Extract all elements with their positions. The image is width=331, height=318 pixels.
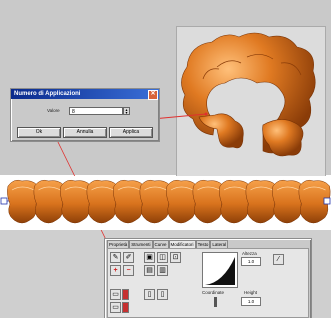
close-icon[interactable]: ✕	[148, 90, 158, 100]
value-label: Valore	[47, 108, 60, 113]
align-left-icon[interactable]: ▯	[144, 289, 155, 300]
value-input-text: 8	[72, 109, 75, 115]
properties-panel: Proprietà Strumenti Curve Modificatori T…	[104, 238, 312, 318]
dialog-titlebar: Numero di Applicazioni ✕	[11, 89, 159, 100]
minus-icon[interactable]: −	[123, 265, 134, 276]
pencil-icon[interactable]: ✎	[110, 252, 121, 263]
ok-button[interactable]: Ok	[17, 127, 61, 138]
node-tool-icon[interactable]: ⊡	[170, 252, 181, 263]
width-value: 1.0	[247, 259, 255, 264]
eyedropper-icon[interactable]: ⁄	[273, 254, 284, 265]
copy-tool-icon[interactable]: ▤	[144, 265, 155, 276]
height-value: 1.0	[247, 299, 255, 304]
applications-dialog: Numero di Applicazioni ✕ Valore 8 ▴ ▾ Ok …	[10, 88, 160, 142]
width-input[interactable]: 1.0	[241, 257, 261, 266]
path-handle-left[interactable]	[0, 197, 8, 205]
strip-tile	[272, 179, 304, 224]
layer-down-icon[interactable]: ▭	[110, 302, 121, 313]
brush-icon[interactable]: ✐	[123, 252, 134, 263]
strip-tile	[139, 179, 172, 224]
arrow-head-viewport	[204, 112, 208, 116]
apply-button[interactable]: Applica	[109, 127, 153, 138]
height-input[interactable]: 1.0	[241, 297, 261, 306]
coordinate-label: Coordinate	[202, 290, 225, 295]
strip-tile	[86, 179, 119, 224]
strip-tiles	[7, 179, 331, 224]
strip-tile	[113, 179, 145, 224]
strip-tile	[219, 179, 251, 224]
tab-properties[interactable]: Proprietà	[107, 240, 130, 248]
tab-text[interactable]: Testo	[195, 240, 211, 248]
coordinate-slider[interactable]	[214, 297, 217, 307]
cancel-button[interactable]: Annulla	[63, 127, 107, 138]
curve-preview	[202, 252, 238, 288]
layer-color-2-icon[interactable]	[122, 302, 129, 313]
path-handle-right[interactable]	[323, 197, 331, 205]
height-label: Height	[244, 290, 258, 295]
screenshot-canvas: Numero di Applicazioni ✕ Valore 8 ▴ ▾ Ok …	[0, 0, 331, 318]
shape-tool-icon[interactable]: ◫	[157, 252, 168, 263]
layer-up-icon[interactable]: ▭	[110, 289, 121, 300]
panel-body: ✎ ✐ + − ▣ ◫ ⊡ ▤ ▥ ▭ ▭ ▯ ▯ Altezza 1.0 ⁄ …	[107, 248, 309, 318]
tab-tools[interactable]: Strumenti	[129, 240, 153, 248]
pattern-strip-shapes	[0, 179, 331, 224]
align-right-icon[interactable]: ▯	[157, 289, 168, 300]
tab-modifiers[interactable]: Modificatori	[168, 240, 196, 248]
panel-tabs: Proprietà Strumenti Curve Modificatori T…	[107, 240, 229, 248]
strip-tile	[192, 179, 225, 224]
width-label: Altezza	[242, 251, 257, 256]
strip-tile	[245, 179, 278, 224]
strip-tile	[60, 179, 92, 224]
strip-tile	[33, 179, 66, 224]
layer-color-icon[interactable]	[122, 289, 129, 300]
tab-lateral[interactable]: Lateral	[210, 240, 229, 248]
cross-icon[interactable]: +	[110, 265, 121, 276]
dialog-title: Numero di Applicazioni	[14, 91, 81, 97]
curve-icon	[205, 257, 235, 285]
select-tool-icon[interactable]: ▣	[144, 252, 155, 263]
tab-curves[interactable]: Curve	[152, 240, 169, 248]
paste-tool-icon[interactable]: ▥	[157, 265, 168, 276]
pattern-strip	[0, 176, 331, 230]
value-spinner[interactable]: ▴ ▾	[123, 107, 130, 115]
strip-tile	[7, 179, 39, 224]
strip-tile	[166, 179, 198, 224]
value-input[interactable]: 8	[69, 107, 123, 115]
